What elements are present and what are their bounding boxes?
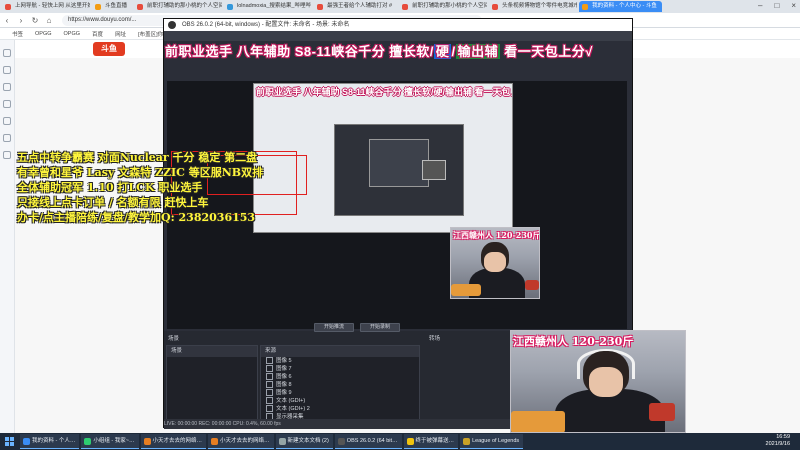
bookmark-item[interactable]: 百度	[92, 30, 103, 38]
downloads-icon[interactable]	[3, 83, 11, 91]
obs-titlebar: OBS 26.0.2 (64-bit, windows) - 配置文件: 未命名…	[164, 19, 632, 31]
stream-title: 前职业选手 八年辅助 S8-11峡谷千分 擅长软/硬 / 输出辅 看一天包上分√	[165, 41, 593, 60]
source-item[interactable]: 图像 8	[261, 381, 419, 389]
video-icon[interactable]	[3, 100, 11, 108]
obs-window-title: OBS 26.0.2 (64-bit, windows) - 配置文件: 未命名…	[182, 22, 350, 28]
sources-panel[interactable]: 来源 图像 5 图像 7 图像 6 图像 8 图像 9 文本 (GDI+) 文本 (GDI+…	[260, 345, 420, 427]
site-logo[interactable]: 斗鱼	[93, 42, 125, 56]
browser-tab[interactable]: 上网导航 - 轻快上网 从这里开始	[2, 1, 90, 12]
taskbar-app[interactable]: 小天才去去的网络…	[208, 434, 274, 449]
streamer-face	[589, 367, 623, 397]
obs-menu-bar	[164, 31, 632, 41]
stream-title-highlight: 硬	[433, 44, 452, 59]
streamer-face	[484, 252, 506, 272]
stream-title-highlight: 输出辅	[455, 44, 501, 59]
bookmark-item[interactable]: 书签	[12, 30, 23, 38]
obs-logo-icon	[168, 21, 176, 29]
sources-list: 图像 5 图像 7 图像 6 图像 8 图像 9 文本 (GDI+) 文本 (GDI+) 2…	[261, 357, 419, 421]
reload-icon[interactable]: ↻	[28, 16, 42, 25]
browser-tab[interactable]: 斗鱼直播	[92, 1, 132, 12]
taskbar-app[interactable]: 小组组 - 我家~…	[81, 434, 139, 449]
source-item[interactable]: 图像 7	[261, 365, 419, 373]
nested-capture-level-2	[334, 124, 464, 216]
announcement-line: 只接线上点卡订单 / 名额有限 赶快上车	[17, 196, 209, 209]
notes-icon[interactable]	[3, 134, 11, 142]
taskbar-app[interactable]: 终于被弹幕送…	[403, 434, 459, 449]
maximize-icon[interactable]: □	[774, 1, 779, 10]
source-item[interactable]: 图像 5	[261, 357, 419, 365]
webcam-preview-small: 江西赣州人 120-230斤	[450, 227, 540, 299]
shopping-icon[interactable]	[3, 117, 11, 125]
keyboard	[451, 284, 481, 296]
stream-page: 斗鱼 OBS 26.0.2 (64-bit, windows) - 配置文件: …	[15, 18, 800, 433]
browser-tab-bar: 上网导航 - 轻快上网 从这里开始斗鱼直播前职打辅助的那小桃的个人空间_哔lol…	[0, 0, 800, 13]
badge-icon	[649, 403, 675, 421]
window-controls: – □ ×	[758, 1, 796, 10]
browser-sidebar	[0, 40, 15, 433]
transition-label: 转场	[429, 336, 441, 342]
announcement-line: 有幸曾和星爷 Lasy 文森特 ZZIC 等区服NB双排	[17, 166, 264, 179]
taskbar-app[interactable]: 新建文本文档 (2)	[275, 434, 333, 449]
start-stream-button[interactable]: 开始推流	[314, 323, 354, 332]
close-icon[interactable]: ×	[791, 1, 796, 10]
home-icon[interactable]: ⌂	[42, 16, 56, 25]
bookmark-item[interactable]: OPGG	[35, 31, 52, 37]
badge-icon	[525, 280, 539, 290]
back-arrow-icon[interactable]: ‹	[0, 16, 14, 25]
scenes-panel[interactable]: 场景	[166, 345, 258, 427]
scenes-label: 场景	[168, 336, 180, 342]
taskbar-app[interactable]: 小天才去去的网络…	[140, 434, 207, 449]
start-record-button[interactable]: 开始录制	[360, 323, 400, 332]
scenes-panel-header: 场景	[167, 346, 257, 357]
windows-start-icon[interactable]	[0, 433, 18, 450]
browser-tab[interactable]: 前职打辅助的那小桃的个人空间_哔	[399, 1, 487, 12]
clock-time: 16:59	[776, 434, 790, 440]
stream-title-part: /	[451, 44, 456, 59]
source-item[interactable]: 图像 9	[261, 389, 419, 397]
webcam-overlay-large: 江西赣州人 120-230斤	[510, 330, 686, 433]
taskbar-app[interactable]: League of Legends	[460, 434, 524, 449]
webcam-caption-large: 江西赣州人 120-230斤	[513, 335, 634, 348]
minimize-icon[interactable]: –	[758, 1, 762, 10]
stream-title-part: 看一天包上分√	[500, 44, 593, 59]
announcement-line: 办卡/点主播陪练/复盘/教学加Q: 2382036153	[17, 211, 256, 224]
stream-title-part: 前职业选手 八年辅助 S8-11峡谷千分 擅长软/	[165, 44, 434, 59]
browser-tab[interactable]: 最强王者给个人辅助打对 #	[314, 1, 397, 12]
sources-panel-header: 来源	[261, 346, 419, 357]
taskbar: 我的资料 - 个人… 小组组 - 我家~… 小天才去去的网络… 小天才去去的网络… 新建…	[0, 433, 800, 450]
history-icon[interactable]	[3, 66, 11, 74]
browser-tab[interactable]: 我的资料 - 个人中心 - 斗鱼	[579, 1, 662, 12]
announcement-overlay: 五点中转争霸赛 对面Nuclear 千分 稳定 第二盘 有幸曾和星爷 Lasy 文…	[17, 150, 317, 225]
nested-capture-level-4	[422, 160, 446, 180]
browser-tab[interactable]: 前职打辅助的那小桃的个人空间_哔	[134, 1, 222, 12]
bookmark-item[interactable]: 网址	[115, 30, 126, 38]
source-item[interactable]: 图像 6	[261, 373, 419, 381]
nested-stream-title: 前职业选手 八年辅助 S8-11峡谷千分 擅长软/硬/输出辅 看一天包上分√	[256, 87, 513, 97]
forward-arrow-icon[interactable]: ›	[14, 16, 28, 25]
webcam-caption-small: 江西赣州人 120-230斤	[453, 230, 540, 240]
keyboard	[511, 411, 565, 432]
taskbar-app[interactable]: OBS 26.0.2 (64 bit…	[334, 434, 402, 449]
announcement-line: 五点中转争霸赛 对面Nuclear 千分 稳定 第二盘	[17, 151, 258, 164]
apps-icon[interactable]	[3, 151, 11, 159]
favorites-icon[interactable]	[3, 49, 11, 57]
clock-date: 2021/9/16	[765, 441, 790, 447]
browser-tab[interactable]: lolnadmoxia_搜索结果_哔哩哔	[224, 1, 312, 12]
source-item[interactable]: 文本 (GDI+) 2	[261, 405, 419, 413]
source-item[interactable]: 文本 (GDI+)	[261, 397, 419, 405]
browser-tab[interactable]: 头条视频博物馆个零件电竞城市体	[489, 1, 577, 12]
bookmark-item[interactable]: OPGG	[64, 31, 81, 37]
taskbar-app[interactable]: 我的资料 - 个人…	[20, 434, 80, 449]
announcement-line: 全体辅助冠军 1.10 打LCK 职业选手	[17, 181, 203, 194]
nested-capture-level-3	[369, 139, 446, 187]
taskbar-clock[interactable]: 16:59 2021/9/16	[766, 434, 790, 448]
